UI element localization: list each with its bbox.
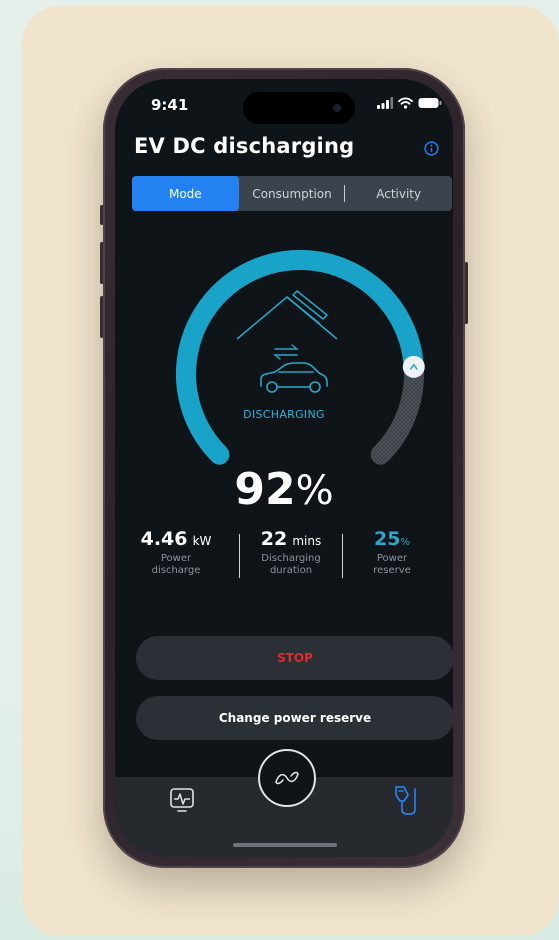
home-indicator [233, 843, 337, 847]
gauge-percentage-value: 92 [234, 464, 296, 515]
car-icon [260, 362, 328, 393]
tab-mode-label: Mode [168, 186, 202, 201]
wifi-icon [398, 97, 413, 109]
stat-duration-value: 22 [260, 528, 288, 550]
stat-duration-unit: mins [292, 534, 322, 548]
tab-bar: Mode Consumption Activity [132, 176, 452, 211]
pulse-monitor-icon[interactable] [169, 787, 195, 813]
battery-icon [418, 98, 442, 108]
info-icon[interactable] [424, 141, 439, 156]
tab-activity[interactable]: Activity [345, 176, 452, 211]
ev-charger-plug-icon[interactable] [390, 783, 420, 817]
status-bar: 9:41 [115, 79, 453, 129]
status-icons [377, 97, 442, 109]
stat-duration-label-2: duration [269, 565, 313, 576]
page-title: EV DC discharging [134, 134, 355, 158]
stop-button[interactable]: STOP [136, 636, 453, 680]
stat-duration-label-1: Discharging [261, 553, 321, 564]
phone-screen: 9:41 EV DC discharging Mode Consumption … [115, 79, 453, 857]
tab-activity-label: Activity [376, 186, 422, 201]
stat-power-label-2: discharge [151, 565, 201, 576]
tab-mode[interactable]: Mode [132, 176, 239, 211]
stat-power-value: 4.46 [140, 528, 188, 550]
camera-dot [333, 104, 341, 112]
stat-reserve-label-2: reserve [373, 565, 411, 576]
stat-power-unit: kW [192, 534, 212, 548]
stat-reserve-unit: % [400, 537, 410, 548]
stat-divider [239, 534, 240, 578]
stat-discharging-duration: 22 mins Discharging duration [241, 528, 341, 577]
gauge-percentage: 92% [115, 464, 453, 515]
stat-power-reserve: 25% Power reserve [342, 528, 442, 577]
stat-power-discharge: 4.46 kW Power discharge [126, 528, 226, 577]
gauge-percentage-sign: % [295, 468, 334, 514]
gauge-fill [176, 250, 424, 465]
signal-icon [377, 97, 393, 109]
gauge-status-label: DISCHARGING [243, 408, 325, 421]
stats-row: 4.46 kW Power discharge 22 mins Dischargi… [115, 528, 453, 588]
stat-reserve-value: 25 [374, 528, 401, 550]
tab-consumption[interactable]: Consumption [239, 176, 346, 211]
status-time: 9:41 [151, 96, 189, 114]
change-power-reserve-button[interactable]: Change power reserve [136, 696, 453, 740]
infinity-icon [275, 771, 299, 785]
stat-power-label-1: Power [160, 553, 192, 564]
change-power-reserve-label: Change power reserve [218, 711, 372, 725]
gauge-knob[interactable] [402, 355, 425, 378]
bidirectional-arrows-icon [273, 344, 299, 360]
tab-consumption-label: Consumption [252, 186, 332, 201]
stop-button-label: STOP [277, 651, 313, 665]
discharge-gauge [176, 250, 425, 465]
nav-center-button[interactable] [258, 749, 316, 807]
house-roof-icon [236, 290, 338, 340]
stat-reserve-label-1: Power [376, 553, 408, 564]
